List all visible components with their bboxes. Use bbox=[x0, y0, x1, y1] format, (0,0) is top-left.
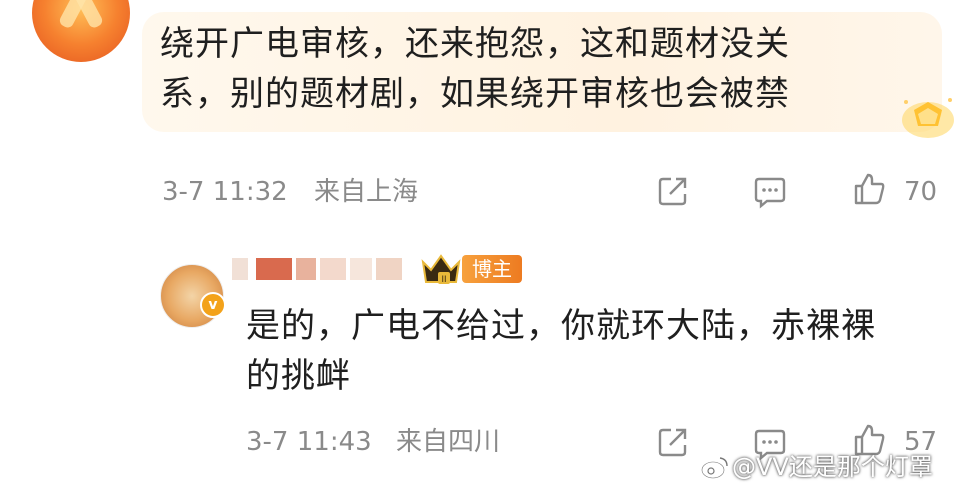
like-count: 70 bbox=[904, 177, 938, 207]
comment-location: 来自上海 bbox=[314, 177, 419, 207]
crown-icon: II bbox=[421, 254, 461, 284]
username-mosaic bbox=[376, 258, 402, 280]
blogger-badge: 博主 bbox=[462, 255, 522, 283]
svg-text:II: II bbox=[441, 274, 446, 284]
share-icon[interactable] bbox=[656, 425, 690, 459]
comment-timestamp: 3-7 11:32 bbox=[162, 177, 288, 207]
like-icon[interactable] bbox=[852, 172, 886, 206]
weibo-icon bbox=[701, 457, 728, 479]
watermark: @VV还是那个灯罩 bbox=[732, 453, 933, 481]
comment-text: 的挑衅 bbox=[246, 356, 351, 396]
verified-badge: v bbox=[200, 292, 226, 318]
comment-timestamp: 3-7 11:43 bbox=[246, 427, 372, 457]
comment-location: 来自四川 bbox=[396, 427, 501, 457]
share-icon[interactable] bbox=[656, 174, 690, 208]
comment-icon[interactable] bbox=[753, 175, 787, 209]
comment-text: 系，别的题材剧，如果绕开审核也会被禁 bbox=[160, 74, 790, 114]
gem-icon bbox=[902, 98, 954, 138]
username-mosaic bbox=[320, 258, 346, 280]
comment-text: 是的，广电不给过，你就环大陆，赤裸裸 bbox=[246, 306, 876, 346]
avatar[interactable] bbox=[32, 0, 130, 62]
username-mosaic bbox=[296, 258, 316, 280]
username-mosaic bbox=[256, 258, 292, 280]
comment-text: 绕开广电审核，还来抱怨，这和题材没关 bbox=[160, 24, 790, 64]
username-mosaic bbox=[232, 258, 248, 280]
username-mosaic bbox=[350, 258, 372, 280]
